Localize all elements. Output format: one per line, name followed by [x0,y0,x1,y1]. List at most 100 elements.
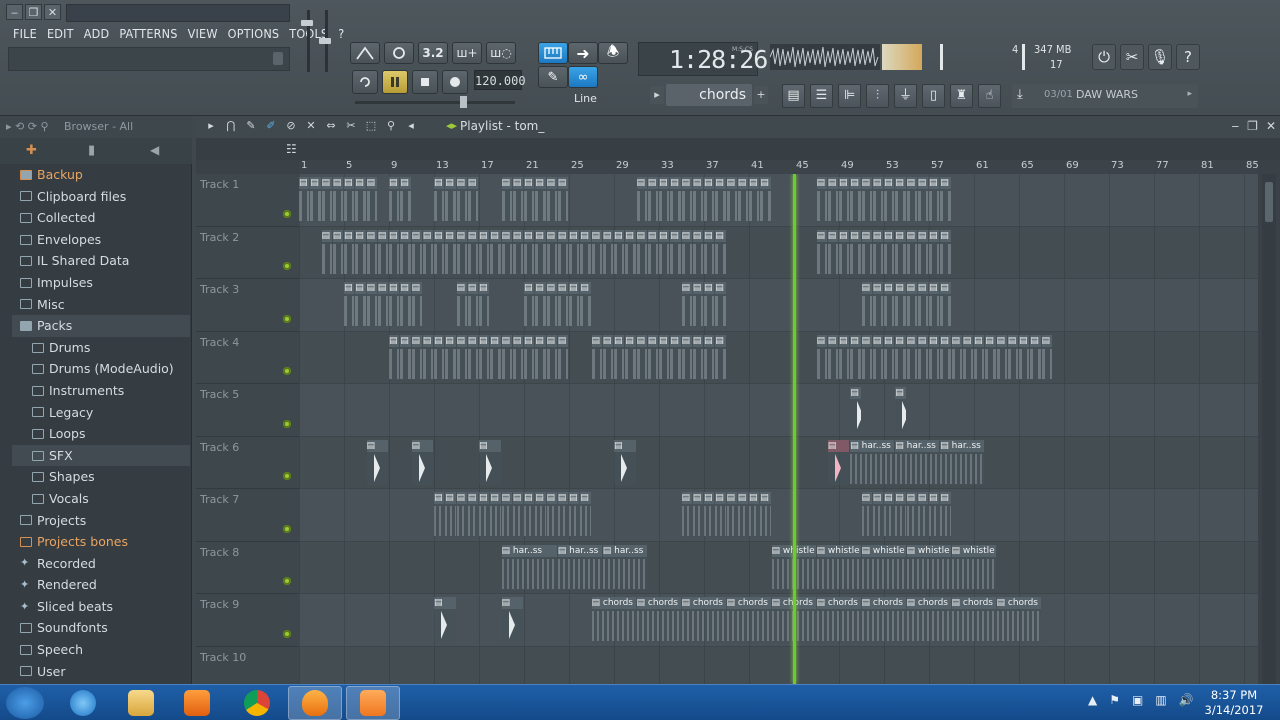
pattern-clip[interactable]: ▤ [400,282,411,327]
pattern-clip[interactable]: ▤ [422,229,433,275]
pattern-clip[interactable]: ▤ [940,334,951,380]
pattern-clip[interactable]: ▤ [434,229,445,275]
pattern-clip[interactable]: ▤ [850,387,861,432]
pattern-clip[interactable]: ▤ [299,177,310,222]
pattern-clip[interactable]: ▤ chords [636,597,681,642]
scroll-thumb[interactable] [1265,182,1273,222]
pattern-clip[interactable]: ▤ [940,177,951,222]
pattern-clip[interactable]: ▤ chords [726,597,771,642]
pattern-clip[interactable]: ▤ [940,492,951,537]
pattern-clip[interactable]: ▤ [602,334,613,380]
pattern-clip[interactable]: ▤ [321,177,332,222]
pattern-clip[interactable]: ▤ [737,492,748,537]
pattern-clip[interactable]: ▤ [895,492,906,537]
pattern-clip[interactable]: ▤ [647,334,658,380]
pattern-clip[interactable]: ▤ [557,282,568,327]
pattern-clip[interactable]: ▤ [895,387,906,432]
restore-button[interactable]: ❐ [25,4,42,20]
speaker-icon[interactable]: ◀ [150,143,159,157]
pattern-clip[interactable]: ▤ [400,334,411,380]
oscilloscope[interactable] [770,44,880,70]
taskbar-ie[interactable] [56,686,110,720]
collapse-icon[interactable]: ✚ [26,143,37,158]
pattern-clip[interactable]: ▤ [490,334,501,380]
taskbar-explorer[interactable] [114,686,168,720]
pattern-clip[interactable]: ▤ [445,334,456,380]
pattern-clip[interactable]: ▤ chords [906,597,951,642]
master-volume[interactable] [298,10,332,75]
channel-rack-icon[interactable]: ⊫ [838,84,861,108]
pattern-clip[interactable]: ▤ [906,177,917,222]
tempo-field[interactable]: 120.000 [474,70,526,90]
pattern-clip[interactable]: ▤ har..ss [895,439,940,485]
track-mute-icon[interactable] [283,314,291,323]
pattern-clip[interactable]: ▤ [524,492,535,537]
pattern-clip[interactable]: ▤ [917,282,928,327]
pattern-clip[interactable]: ▤ [569,492,580,537]
pattern-clip[interactable]: ▤ [692,177,703,222]
pattern-clip[interactable]: ▤ [456,334,467,380]
pattern-clip[interactable]: ▤ [906,282,917,327]
pattern-clip[interactable]: ▤ [557,229,568,275]
pattern-clip[interactable]: ▤ [389,177,400,222]
menu-patterns[interactable]: PATTERNS [114,25,182,43]
metronome-icon[interactable] [350,42,380,64]
pattern-clip[interactable]: ▤ [940,229,951,275]
pattern-clip[interactable]: ▤ [704,229,715,275]
pattern-clip[interactable]: ▤ [479,229,490,275]
record-button[interactable] [442,70,468,94]
pattern-clip[interactable]: ▤ [479,334,490,380]
pattern-clip[interactable]: ▤ [445,229,456,275]
browser-item[interactable]: Legacy [12,402,190,424]
browser-item[interactable]: ✦ Rendered [12,574,190,596]
pattern-clip[interactable]: ▤ [591,229,602,275]
pattern-clip[interactable]: ▤ [816,229,827,275]
pattern-clip[interactable]: ▤ [839,177,850,222]
pattern-clip[interactable]: ▤ [569,282,580,327]
pattern-clip[interactable]: ▤ [625,334,636,380]
pattern-clip[interactable]: ▤ [467,334,478,380]
pattern-clip[interactable]: ▤ [726,492,737,537]
plugin-icon[interactable]: ♜ [950,84,973,108]
browser-item[interactable]: Soundfonts [12,617,190,639]
pattern-clip[interactable]: ▤ [546,492,557,537]
pattern-clip[interactable]: ▤ har..ss [602,544,647,590]
pattern-clip[interactable]: ▤ [692,334,703,380]
pattern-clip[interactable]: ▤ [850,229,861,275]
track-header[interactable]: Track 3 [196,279,299,332]
pattern-clip[interactable]: ▤ [861,492,872,537]
power-icon[interactable]: ⏻ [1092,44,1116,70]
playlist-grid[interactable]: ▤ ▤ ▤ ▤ ▤ ▤ ▤ ▤ ▤ ▤ ▤ ▤ ▤ ▤ ▤ ▤ ▤ ▤ ▤ ▤ ▤ ▤ ▤ ▤ ▤ ▤ ▤ ▤ ▤ ▤ ▤ ▤ ▤ ▤ ▤ ▤ ▤ ▤ ▤ ▤… [299,174,1258,684]
pause-button[interactable] [382,70,408,94]
pattern-clip[interactable]: ▤ [456,492,467,537]
pattern-clip[interactable]: ▤ [501,229,512,275]
pattern-clip[interactable]: ▤ [1030,334,1041,380]
typing-keyboard-icon[interactable] [538,42,568,64]
pattern-clip[interactable]: ▤ [929,229,940,275]
pattern-clip[interactable]: ▤ chords [951,597,996,642]
pattern-clip[interactable]: ▤ [557,334,568,380]
browser-item[interactable]: Projects [12,510,190,532]
browser-item[interactable]: Vocals [12,488,190,510]
pattern-clip[interactable]: ▤ [681,334,692,380]
pattern-clip[interactable]: ▤ [850,334,861,380]
pattern-clip[interactable]: ▤ [861,282,872,327]
browser-icon[interactable]: ▯ [922,84,945,108]
pattern-clip[interactable]: ▤ [827,177,838,222]
track-header[interactable]: Track 6 [196,437,299,489]
track-mute-icon[interactable] [283,472,291,480]
pattern-clip[interactable]: ▤ [456,229,467,275]
pattern-clip[interactable]: ▤ [704,177,715,222]
pattern-clip[interactable]: ▤ [591,334,602,380]
pattern-clip[interactable]: ▤ [827,334,838,380]
song-position-display[interactable]: 1:28:26 M:S:CS [638,42,768,76]
pattern-clip[interactable]: ▤ [872,282,883,327]
pattern-clip[interactable]: ▤ [659,177,670,222]
pattern-clip[interactable]: ▤ [501,597,523,642]
playlist-close-icon[interactable]: ✕ [1266,119,1276,133]
pattern-clip[interactable]: ▤ [715,492,726,537]
pattern-clip[interactable]: ▤ [614,439,636,485]
download-icon[interactable]: ⤓ [1017,87,1023,102]
pattern-clip[interactable]: ▤ [985,334,996,380]
pattern-clip[interactable]: ▤ har..ss [940,439,985,485]
